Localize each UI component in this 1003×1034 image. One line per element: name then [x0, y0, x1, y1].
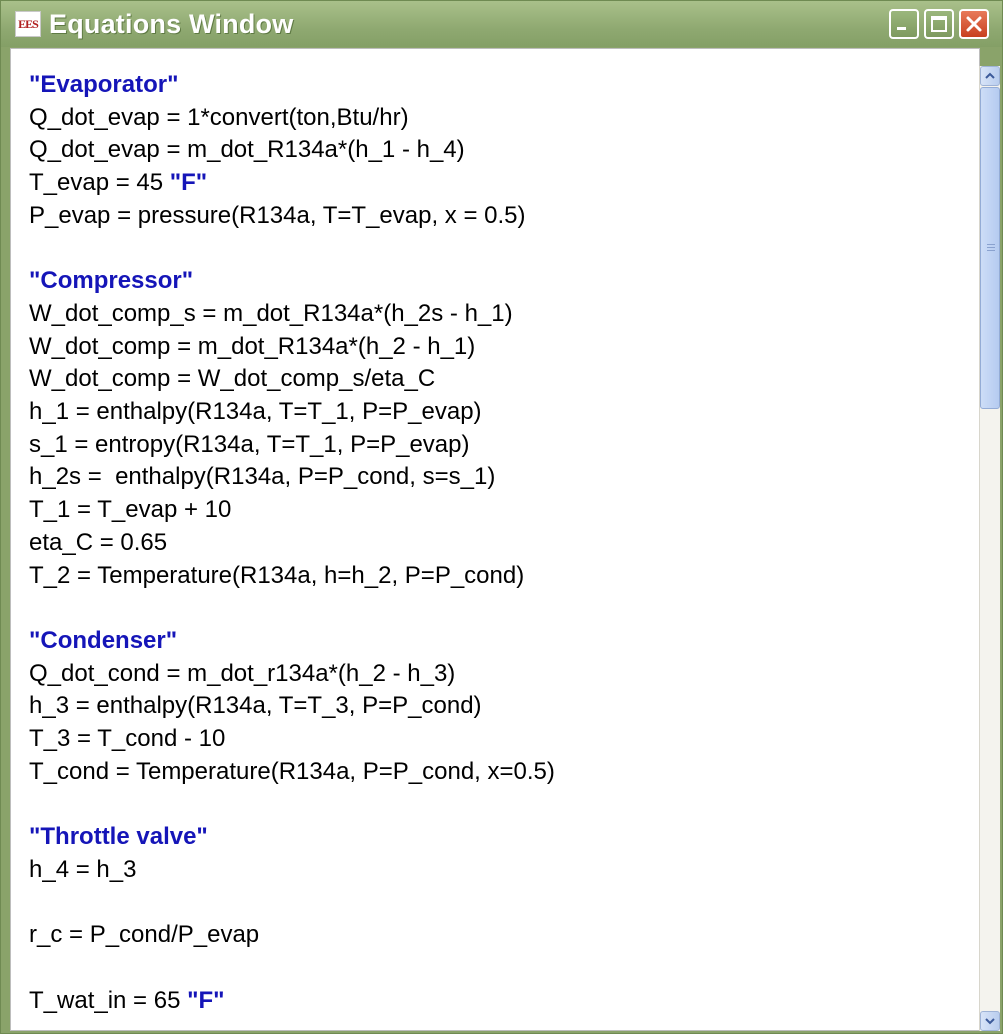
equation-line[interactable]: s_1 = entropy(R134a, T=T_1, P=P_evap) [29, 430, 470, 460]
equation-text: eta_C = 0.65 [29, 528, 168, 556]
section-comment[interactable]: "Evaporator" [29, 70, 178, 100]
equation-line[interactable]: T_evap = 45 "F" [29, 168, 207, 198]
equation-text: h_4 = h_3 [29, 855, 137, 883]
comment-text: "F" [187, 986, 225, 1014]
equation-text: W_dot_comp = W_dot_comp_s/eta_C [29, 365, 436, 393]
equation-line[interactable]: h_3 = enthalpy(R134a, T=T_3, P=P_cond) [29, 691, 482, 721]
equation-text: h_2s = enthalpy(R134a, P=P_cond, s=s_1) [29, 463, 496, 491]
equation-line[interactable]: P_evap = pressure(R134a, T=T_evap, x = 0… [29, 201, 526, 231]
equation-text: Q_dot_evap = m_dot_R134a*(h_1 - h_4) [29, 136, 465, 164]
section-comment[interactable]: "Condenser" [29, 626, 177, 656]
equation-line[interactable]: T_cond = Temperature(R134a, P=P_cond, x=… [29, 757, 555, 787]
equation-text: W_dot_comp = m_dot_R134a*(h_2 - h_1) [29, 332, 476, 360]
equation-line[interactable]: r_c = P_cond/P_evap [29, 920, 259, 950]
scroll-down-button[interactable] [980, 1011, 1000, 1031]
scrollbar-thumb[interactable] [980, 87, 1000, 409]
chevron-up-icon [985, 72, 995, 79]
thumb-grip [987, 250, 995, 251]
equation-line[interactable]: h_2s = enthalpy(R134a, P=P_cond, s=s_1) [29, 462, 495, 492]
equation-text: T_3 = T_cond - 10 [29, 725, 226, 752]
equation-line[interactable]: Q_dot_evap = 1*convert(ton,Btu/hr) [29, 103, 409, 133]
equation-line[interactable]: T_2 = Temperature(R134a, h=h_2, P=P_cond… [29, 561, 524, 591]
minimize-button[interactable] [889, 9, 919, 39]
equation-line[interactable]: T_1 = T_evap + 10 [29, 495, 231, 525]
comment-text: "Condenser" [29, 626, 178, 654]
equation-text: h_1 = enthalpy(R134a, T=T_1, P=P_evap) [29, 398, 482, 425]
equation-text: Q_dot_cond = m_dot_r134a*(h_2 - h_3) [29, 659, 456, 687]
equation-line[interactable]: eta_C = 0.65 [29, 528, 167, 558]
equation-lines[interactable]: "Evaporator" Q_dot_evap = 1*convert(ton,B… [11, 49, 979, 1030]
minimize-icon [897, 27, 906, 30]
equation-text: Q_dot_evap = 1*convert(ton,Btu/hr) [29, 103, 409, 131]
section-comment[interactable]: "Compressor" [29, 266, 193, 296]
comment-text: "Evaporator" [29, 71, 179, 98]
thumb-grip [987, 247, 995, 248]
equation-text: T_1 = T_evap + 10 [29, 496, 232, 524]
scroll-up-button[interactable] [980, 66, 1000, 86]
vertical-scrollbar[interactable] [979, 66, 1000, 1031]
close-button[interactable] [959, 9, 989, 39]
equations-window: EES Equations Window "Evaporator" Q_dot_e… [0, 0, 1003, 1034]
equation-text: T_cond = Temperature(R134a, P=P_cond, x=… [29, 757, 555, 785]
equation-text: s_1 = entropy(R134a, T=T_1, P=P_evap) [29, 430, 470, 458]
maximize-icon [931, 16, 947, 32]
title-bar[interactable]: EES Equations Window [1, 1, 1002, 47]
equation-line[interactable]: h_1 = enthalpy(R134a, T=T_1, P=P_evap) [29, 397, 482, 427]
equation-line[interactable]: Q_dot_evap = m_dot_R134a*(h_1 - h_4) [29, 135, 465, 165]
equation-line[interactable]: h_4 = h_3 [29, 855, 136, 885]
equation-text: T_2 = Temperature(R134a, h=h_2, P=P_cond… [29, 561, 525, 589]
equation-text: r_c = P_cond/P_evap [29, 921, 260, 949]
equation-text: T_wat_in = 65 [29, 986, 188, 1014]
section-comment[interactable]: "Throttle valve" [29, 822, 208, 852]
equation-text: T_evap = 45 [29, 169, 170, 197]
equation-line[interactable]: T_wat_in = 65 "F" [29, 986, 225, 1016]
equation-line[interactable]: Q_dot_cond = m_dot_r134a*(h_2 - h_3) [29, 659, 455, 689]
equation-text: h_3 = enthalpy(R134a, T=T_3, P=P_cond) [29, 692, 482, 720]
equation-line[interactable]: T_3 = T_cond - 10 [29, 724, 225, 754]
maximize-button[interactable] [924, 9, 954, 39]
equation-text: W_dot_comp_s = m_dot_R134a*(h_2s - h_1) [29, 299, 513, 327]
equations-editor[interactable]: "Evaporator" Q_dot_evap = 1*convert(ton,B… [10, 48, 980, 1031]
equation-text: P_evap = pressure(R134a, T=T_evap, x = 0… [29, 201, 526, 229]
comment-text: "Compressor" [29, 267, 194, 295]
equation-line[interactable]: W_dot_comp = m_dot_R134a*(h_2 - h_1) [29, 332, 475, 362]
thumb-grip [987, 244, 995, 245]
chevron-down-icon [985, 1018, 995, 1025]
comment-text: "F" [169, 169, 208, 197]
close-icon [966, 16, 982, 32]
ees-app-icon[interactable]: EES [15, 11, 41, 37]
equation-line[interactable]: W_dot_comp_s = m_dot_R134a*(h_2s - h_1) [29, 299, 513, 329]
window-title: Equations Window [49, 9, 294, 39]
comment-text: "Throttle valve" [29, 823, 208, 851]
equation-line[interactable]: W_dot_comp = W_dot_comp_s/eta_C [29, 364, 435, 394]
